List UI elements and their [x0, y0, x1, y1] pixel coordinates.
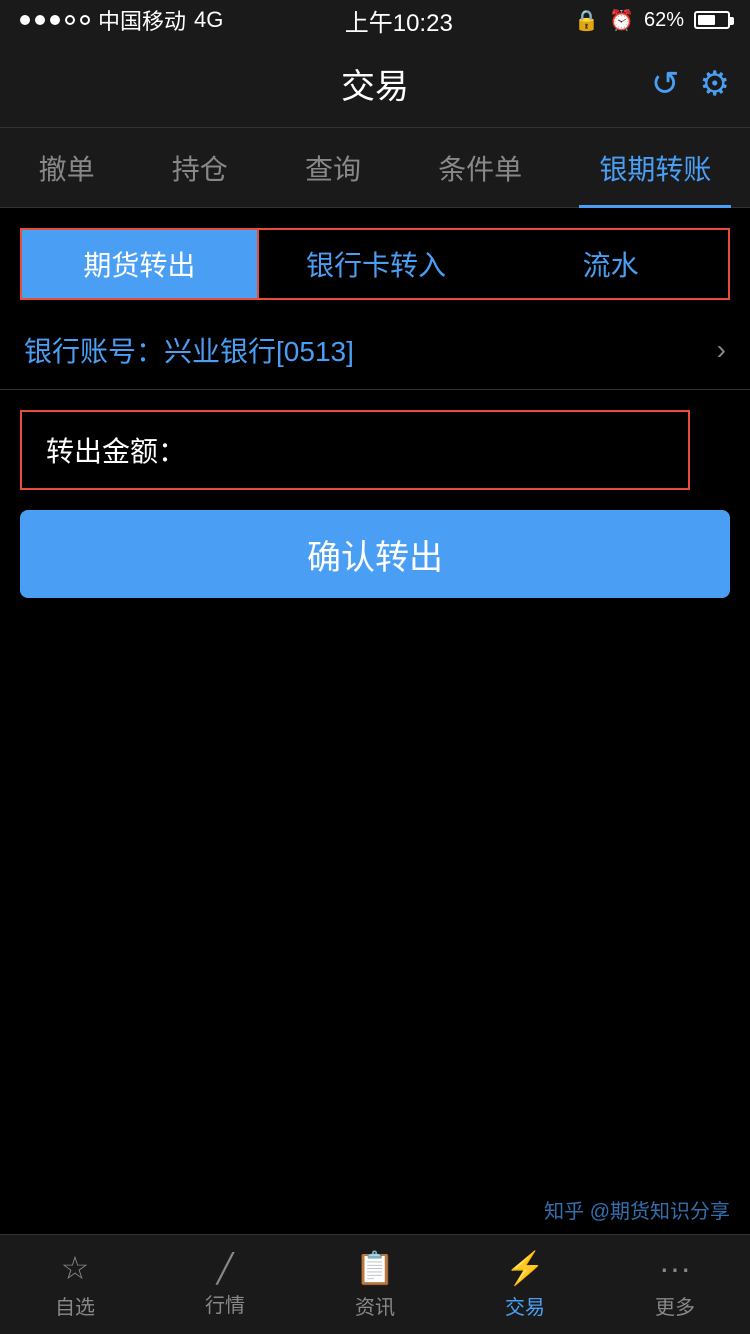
sub-tabs: 期货转出 银行卡转入 流水 [0, 228, 750, 300]
tab-positions[interactable]: 持仓 [152, 138, 248, 198]
chart-icon: ╱ [217, 1252, 234, 1285]
bank-account-row[interactable]: 银行账号：兴业银行[0513] › [0, 310, 750, 390]
amount-row[interactable]: 转出金额： [20, 410, 690, 490]
network-label: 4G [194, 7, 223, 33]
status-right: 🔒 ⏰ 62% [574, 8, 730, 33]
refresh-icon[interactable]: ↺ [651, 64, 680, 104]
news-label: 资讯 [355, 1291, 395, 1320]
trade-label: 交易 [505, 1291, 545, 1320]
bottom-tab-watchlist[interactable]: ☆ 自选 [0, 1249, 150, 1320]
bank-account-suffix: [0513] [276, 336, 354, 367]
carrier-label: 中国移动 [98, 4, 186, 36]
battery-indicator [694, 11, 730, 29]
signal-dots [20, 15, 90, 25]
watchlist-label: 自选 [55, 1291, 95, 1320]
bank-account-prefix: 银行账号：兴业银行 [24, 336, 276, 367]
confirm-transfer-button[interactable]: 确认转出 [20, 510, 730, 598]
more-label: 更多 [655, 1291, 695, 1320]
battery-percent: 62% [644, 9, 684, 32]
alarm-icon: ⏰ [609, 8, 634, 33]
app-header: 交易 ↺ ⚙ [0, 40, 750, 128]
bottom-tab-trade[interactable]: ⚡ 交易 [450, 1249, 600, 1320]
news-icon: 📋 [355, 1249, 395, 1287]
star-icon: ☆ [61, 1249, 90, 1287]
watermark: 知乎 @期货知识分享 [544, 1195, 730, 1224]
page-title: 交易 [341, 59, 409, 108]
status-left: 中国移动 4G [20, 4, 223, 36]
settings-icon[interactable]: ⚙ [700, 64, 730, 104]
amount-section: 转出金额： [0, 410, 750, 490]
status-bar: 中国移动 4G 上午10:23 🔒 ⏰ 62% [0, 0, 750, 40]
bottom-tab-bar: ☆ 自选 ╱ 行情 📋 资讯 ⚡ 交易 ··· 更多 [0, 1234, 750, 1334]
subtab-flow[interactable]: 流水 [493, 228, 730, 300]
subtab-bank-in[interactable]: 银行卡转入 [259, 228, 494, 300]
header-actions: ↺ ⚙ [651, 64, 730, 104]
trade-icon: ⚡ [505, 1249, 545, 1287]
bottom-tab-news[interactable]: 📋 资讯 [300, 1249, 450, 1320]
tab-query[interactable]: 查询 [285, 138, 381, 198]
bottom-tab-more[interactable]: ··· 更多 [600, 1250, 750, 1320]
more-icon: ··· [659, 1250, 691, 1287]
market-label: 行情 [205, 1289, 245, 1318]
bottom-tab-market[interactable]: ╱ 行情 [150, 1252, 300, 1318]
status-time: 上午10:23 [345, 3, 453, 38]
top-nav-tabs: 撤单 持仓 查询 条件单 银期转账 [0, 128, 750, 208]
subtab-futures-out[interactable]: 期货转出 [20, 228, 259, 300]
tab-condition-order[interactable]: 条件单 [418, 138, 542, 198]
bank-account-text: 银行账号：兴业银行[0513] [24, 330, 354, 370]
tab-bank-transfer[interactable]: 银期转账 [579, 138, 731, 198]
chevron-right-icon[interactable]: › [717, 334, 726, 366]
lock-icon: 🔒 [574, 8, 599, 33]
amount-label: 转出金额： [46, 430, 186, 470]
tab-cancel-order[interactable]: 撤单 [19, 138, 115, 198]
amount-input[interactable] [186, 434, 664, 466]
